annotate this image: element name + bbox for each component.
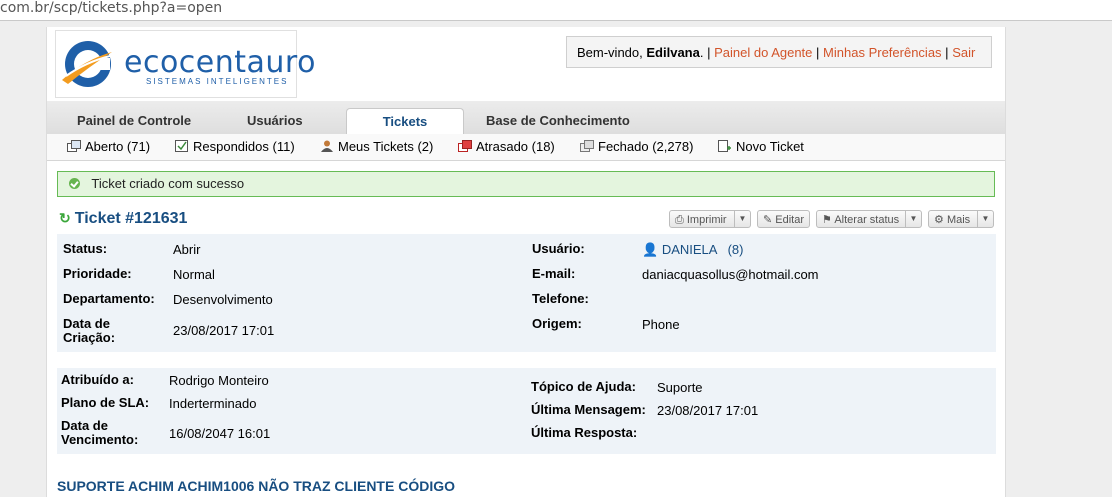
department-value: Desenvolvimento [173, 292, 273, 307]
due-value: 16/08/2047 16:01 [169, 426, 271, 441]
origin-value: Phone [642, 317, 680, 332]
welcome-text: Bem-vindo, [577, 45, 643, 60]
check-circle-icon [69, 178, 80, 189]
email-label: E-mail: [532, 266, 576, 281]
status-value: Abrir [173, 242, 201, 257]
user-icon: 👤 [642, 242, 659, 257]
answered-icon [175, 140, 189, 152]
my-tickets-icon [320, 140, 334, 152]
logo-text: ecocentauro [124, 45, 316, 80]
open-tickets-icon [67, 140, 81, 152]
priority-value: Normal [173, 267, 215, 282]
new-ticket-icon [718, 140, 732, 152]
ticket-subject: SUPORTE ACHIM ACHIM1006 NÃO TRAZ CLIENTE… [57, 478, 455, 494]
topic-label: Tópico de Ajuda: [531, 379, 636, 394]
subnav-answered[interactable]: Respondidos (11) [175, 139, 295, 154]
closed-icon [580, 140, 594, 152]
welcome-bar: Bem-vindo, Edilvana. | Painel do Agente … [566, 36, 992, 68]
sla-value: Inderterminado [169, 396, 257, 411]
last-message-label: Última Mensagem: [531, 402, 646, 417]
caret-down-icon: ▼ [738, 214, 747, 223]
created-value: 23/08/2017 17:01 [173, 323, 275, 338]
topic-value: Suporte [657, 380, 703, 395]
logo-tagline: SISTEMAS INTELIGENTES [146, 77, 289, 86]
edit-button[interactable]: ✎ Editar [757, 210, 810, 228]
priority-label: Prioridade: [63, 266, 132, 281]
user-name: Edilvana [646, 45, 700, 60]
last-response-label: Última Resposta: [531, 425, 638, 440]
more-dropdown-button[interactable]: ▼ [977, 210, 994, 228]
edit-icon: ✎ [763, 214, 773, 226]
agent-panel-link[interactable]: Painel do Agente [714, 45, 812, 60]
success-alert: Ticket criado com sucesso [57, 171, 995, 197]
subnav-new-ticket[interactable]: Novo Ticket [718, 139, 804, 154]
assigned-label: Atribuído a: [61, 372, 134, 387]
status-label: Status: [63, 241, 108, 256]
subnav-my-tickets[interactable]: Meus Tickets (2) [320, 139, 433, 154]
ecocentauro-logo-icon [62, 41, 112, 87]
address-bar[interactable]: com.br/scp/tickets.php?a=open [0, 0, 1112, 21]
logo[interactable]: ecocentauro SISTEMAS INTELIGENTES [55, 30, 315, 98]
tab-users[interactable]: Usuários [247, 108, 303, 134]
last-message-value: 23/08/2017 17:01 [657, 403, 759, 418]
ticket-details-box: Status: Abrir Prioridade: Normal Departa… [57, 234, 996, 352]
status-dropdown-button[interactable]: ▼ [905, 210, 922, 228]
sla-label: Plano de SLA: [61, 395, 150, 410]
refresh-icon[interactable]: ↻ [59, 210, 71, 226]
tab-tickets[interactable]: Tickets [346, 108, 464, 135]
email-value: daniacquasollus@hotmail.com [642, 267, 819, 282]
gear-icon: ⚙ [934, 214, 944, 226]
ticket-assignment-box: Atribuído a: Rodrigo Monteiro Plano de S… [57, 368, 996, 454]
subnav-overdue[interactable]: Atrasado (18) [458, 139, 555, 154]
subnav-open[interactable]: Aberto (71) [67, 139, 150, 154]
alert-message: Ticket criado com sucesso [91, 176, 245, 191]
caret-down-icon: ▼ [909, 214, 918, 223]
department-label: Departamento: [63, 291, 155, 306]
phone-label: Telefone: [532, 291, 589, 306]
print-button[interactable]: ⎙ Imprimir [669, 210, 736, 228]
main-tabs: Painel de Controle Usuários Tickets Base… [47, 101, 1005, 135]
tab-dashboard[interactable]: Painel de Controle [77, 108, 191, 134]
subnav-closed[interactable]: Fechado (2,278) [580, 139, 693, 154]
preferences-link[interactable]: Minhas Preferências [823, 45, 942, 60]
user-link[interactable]: DANIELA [662, 242, 717, 257]
page-container: ecocentauro SISTEMAS INTELIGENTES Bem-vi… [46, 27, 1006, 497]
user-ticket-count[interactable]: (8) [728, 242, 744, 257]
due-label: Data de Vencimento: [61, 418, 139, 447]
ticket-title: ↻ Ticket #121631 [59, 210, 188, 227]
logout-link[interactable]: Sair [952, 45, 975, 60]
url-text[interactable]: com.br/scp/tickets.php?a=open [0, 0, 222, 16]
change-status-button[interactable]: ⚑ Alterar status [816, 210, 906, 228]
more-button[interactable]: ⚙ Mais [928, 210, 978, 228]
ticket-subnav: Aberto (71) Respondidos (11) Meus Ticket… [47, 134, 1005, 161]
caret-down-icon: ▼ [981, 214, 990, 223]
user-value[interactable]: 👤 DANIELA (8) [642, 242, 743, 258]
tab-knowledge-base[interactable]: Base de Conhecimento [486, 108, 630, 134]
user-label: Usuário: [532, 241, 585, 256]
origin-label: Origem: [532, 316, 582, 331]
overdue-icon [458, 140, 472, 152]
print-dropdown-button[interactable]: ▼ [734, 210, 751, 228]
assigned-value: Rodrigo Monteiro [169, 373, 269, 388]
created-label: Data de Criação: [63, 316, 116, 345]
flag-icon: ⚑ [822, 214, 832, 226]
print-icon: ⎙ [675, 214, 684, 226]
